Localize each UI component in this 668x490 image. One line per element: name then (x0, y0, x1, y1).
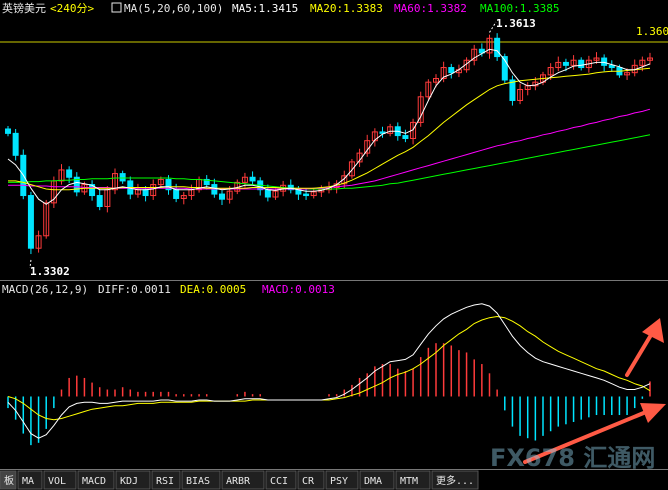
tab-label: 更多... (436, 474, 474, 487)
candle-down (12, 132, 19, 156)
right-level-label: 1.3600 (636, 25, 668, 38)
ma20-value: MA20:1.3383 (310, 2, 383, 15)
tab-label: MTM (400, 476, 418, 487)
watermark-logo: FX678 汇通网 (490, 444, 655, 472)
tab-label: BIAS (186, 476, 210, 487)
tab-label: CCI (270, 476, 288, 487)
candle-down (66, 169, 73, 178)
chart-background (0, 0, 668, 490)
candle-down (96, 195, 103, 208)
candle-down (578, 59, 585, 69)
candle-down (173, 189, 180, 199)
tab-label: RSI (156, 476, 174, 487)
period-label[interactable]: <240分> (50, 2, 94, 15)
macd-diff-value: DIFF:0.0011 (98, 283, 171, 296)
macd-params: MACD(26,12,9) (2, 283, 88, 296)
tab-label: DMA (364, 476, 382, 487)
high-price-label: 1.3613 (496, 17, 536, 30)
candle-down (562, 61, 569, 66)
tab-label: CR (302, 476, 315, 487)
candle-down (5, 128, 11, 134)
ma60-value: MA60:1.3382 (394, 2, 467, 15)
candle-down (303, 193, 310, 197)
ma100-value: MA100:1.3385 (480, 2, 559, 15)
candle-down (601, 57, 608, 66)
indicator-tabs: 板 MA VOL MACD KDJ RSI BIAS ARBR CCI CR PSY DMA MTM 更多… (0, 470, 479, 490)
candle-down (509, 79, 516, 101)
candle-down (119, 173, 126, 182)
symbol-name: 英镑美元 (2, 1, 46, 15)
candle-down (448, 67, 455, 74)
candle-down (219, 193, 225, 200)
candle-down (27, 195, 34, 249)
candle-down (494, 37, 501, 58)
ma5-value: MA5:1.3415 (232, 2, 298, 15)
forex-chart: 英镑美元 <240分> MA(5,20,60,100) MA5:1.3415 M… (0, 0, 668, 490)
tab-label: 板 (4, 474, 14, 487)
tab-label: MACD (82, 476, 106, 487)
ma-params: MA(5,20,60,100) (124, 2, 223, 15)
tab-label: ARBR (226, 476, 251, 487)
tab-label: PSY (330, 476, 348, 487)
candle-down (249, 176, 256, 182)
tab-label: VOL (48, 476, 66, 487)
candle-down (142, 189, 149, 197)
tab-label: MA (22, 476, 34, 487)
macd-bar-value: MACD:0.0013 (262, 283, 335, 296)
candle-down (264, 189, 271, 198)
low-price-label: 1.3302 (30, 265, 70, 278)
tab-label: KDJ (120, 476, 138, 487)
candle-down (608, 64, 615, 69)
candle-down (402, 135, 409, 139)
macd-dea-value: DEA:0.0005 (180, 283, 246, 296)
